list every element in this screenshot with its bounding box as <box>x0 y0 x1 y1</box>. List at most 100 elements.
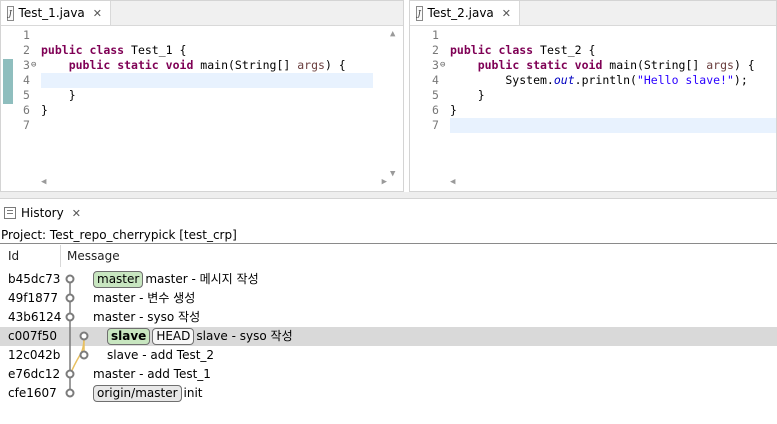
line-number: 7 <box>23 118 30 132</box>
code-line[interactable]: 1 <box>410 28 776 43</box>
code-token: class <box>498 43 534 57</box>
code-line[interactable]: 5 } <box>1 88 403 103</box>
line-number: 1 <box>23 28 30 42</box>
ref-badge: HEAD <box>152 328 195 345</box>
code-line[interactable]: 5 } <box>410 88 776 103</box>
close-icon[interactable]: ✕ <box>93 7 102 20</box>
code-token: } <box>41 88 76 102</box>
code-area[interactable]: ◀ 1 2 public class Test_2 {3 ⊖ public stati… <box>410 27 776 191</box>
line-number: 4 <box>432 73 439 87</box>
horizontal-scrollbar[interactable]: ◀ <box>446 177 760 189</box>
commit-node <box>65 388 75 398</box>
line-number: 4 <box>23 73 30 87</box>
code-text: public class Test_1 { <box>41 43 186 58</box>
commit-message: master - 메시지 작성 <box>145 272 259 286</box>
commit-message: slave - syso 작성 <box>196 329 293 343</box>
line-number: 2 <box>23 43 30 57</box>
fold-icon[interactable]: ⊖ <box>31 58 36 73</box>
commit-node <box>79 331 89 341</box>
code-line[interactable]: 6} <box>410 103 776 118</box>
code-line[interactable]: 7 <box>1 118 403 133</box>
code-text: public static void main(String[] args) { <box>450 58 755 73</box>
code-token: ); <box>733 73 748 87</box>
code-line[interactable]: 3 ⊖ public static void main(String[] args… <box>1 58 403 73</box>
code-token: } <box>41 103 48 117</box>
code-token: Test_1 { <box>124 43 187 57</box>
history-view: History ✕ Project: Test_repo_cherrypick … <box>0 198 777 424</box>
code-text: public static void main(String[] args) { <box>41 58 346 73</box>
editor-pane-test2[interactable]: J Test_2.java ✕ ◀ 1 2 public class Test_2 … <box>409 0 777 192</box>
commit-node <box>79 350 89 360</box>
code-line[interactable]: 4 <box>1 73 403 88</box>
commit-message: slave - add Test_2 <box>107 348 215 362</box>
code-line[interactable]: 7 <box>410 118 776 133</box>
horizontal-scrollbar[interactable]: ◀ ▶ <box>37 177 387 189</box>
code-line[interactable]: 6} <box>1 103 403 118</box>
editor-tabbar: J Test_1.java ✕ <box>1 1 403 26</box>
scroll-down-icon[interactable]: ▼ <box>390 169 395 179</box>
code-token: public <box>477 58 520 72</box>
code-token: Test_2 { <box>533 43 596 57</box>
code-text: System.out.println("Hello slave!"); <box>450 73 748 88</box>
code-area[interactable]: ▲ ▼ ◀ ▶ 1 2 public class Test_1 {3 ⊖ public… <box>1 27 403 191</box>
current-line-highlight <box>41 73 373 88</box>
editor-tab-test2[interactable]: J Test_2.java ✕ <box>410 1 520 25</box>
code-token: main(String[] <box>193 58 298 72</box>
commit-message-cell: slave HEAD slave - syso 작성 <box>107 327 293 346</box>
code-text: } <box>450 88 485 103</box>
fold-icon[interactable]: ⊖ <box>440 58 445 73</box>
code-token: } <box>450 103 457 117</box>
code-token: class <box>89 43 125 57</box>
commit-message-cell: slave - add Test_2 <box>107 346 214 365</box>
code-line[interactable]: 4 System.out.println("Hello slave!"); <box>410 73 776 88</box>
code-line[interactable]: 2 public class Test_1 { <box>1 43 403 58</box>
code-token: static <box>117 58 159 72</box>
current-line-highlight <box>450 118 776 133</box>
code-line[interactable]: 2 public class Test_2 { <box>410 43 776 58</box>
line-number: 2 <box>432 43 439 57</box>
commit-message: init <box>183 386 203 400</box>
code-token: args <box>706 58 734 72</box>
scroll-right-icon[interactable]: ▶ <box>382 177 387 187</box>
code-token: args <box>297 58 325 72</box>
code-text: } <box>41 103 48 118</box>
commit-node <box>65 293 75 303</box>
editor-pane-test1[interactable]: J Test_1.java ✕ ▲ ▼ ◀ ▶ 1 2 public class T… <box>0 0 404 192</box>
code-token: out <box>553 73 575 87</box>
code-token: .println( <box>574 73 637 87</box>
code-token: public <box>68 58 111 72</box>
code-token: void <box>574 58 603 72</box>
line-number: 5 <box>432 88 439 102</box>
code-text: } <box>450 103 457 118</box>
editor-tab-test1[interactable]: J Test_1.java ✕ <box>1 1 111 25</box>
line-number: 1 <box>432 28 439 42</box>
code-token: "Hello slave!" <box>636 73 734 87</box>
line-number: 6 <box>23 103 30 117</box>
code-token: public <box>450 43 492 57</box>
code-line[interactable]: 1 <box>1 28 403 43</box>
code-token: ) { <box>324 58 346 72</box>
scroll-left-icon[interactable]: ◀ <box>450 177 455 187</box>
line-number: 6 <box>432 103 439 117</box>
code-text: public class Test_2 { <box>450 43 595 58</box>
code-token: main(String[] <box>602 58 707 72</box>
editor-tab-title: Test_1.java <box>18 6 85 20</box>
editor-tab-title: Test_2.java <box>427 6 494 20</box>
code-line[interactable]: 3 ⊖ public static void main(String[] args… <box>410 58 776 73</box>
commit-node <box>65 312 75 322</box>
close-icon[interactable]: ✕ <box>502 7 511 20</box>
commit-graph <box>65 274 89 398</box>
commit-node <box>65 369 75 379</box>
scroll-left-icon[interactable]: ◀ <box>41 177 46 187</box>
code-token: static <box>526 58 568 72</box>
commit-node <box>65 274 75 284</box>
java-file-icon: J <box>416 5 423 21</box>
code-token: void <box>165 58 194 72</box>
code-token: System. <box>450 73 554 87</box>
editor-tabbar: J Test_2.java ✕ <box>410 1 776 26</box>
line-number: 5 <box>23 88 30 102</box>
